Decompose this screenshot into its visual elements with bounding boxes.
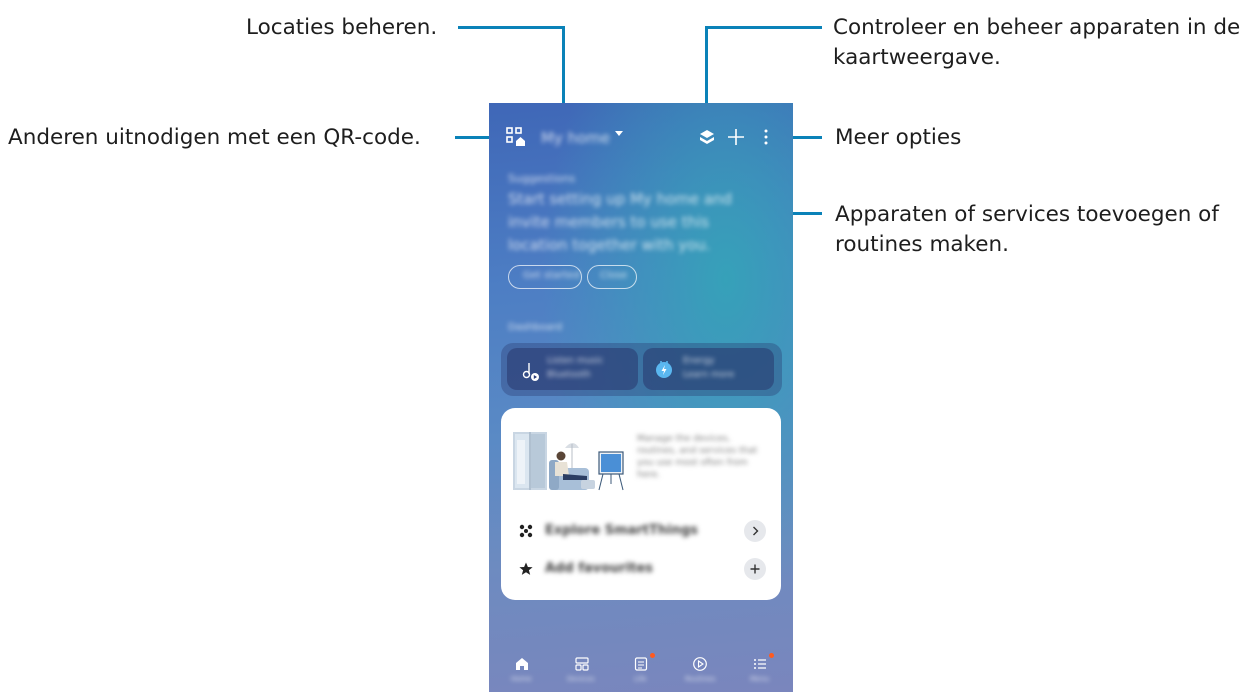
callout-map-view: Controleer en beheer apparaten in de kaa… [833,13,1240,73]
nav-home-label: Home [511,675,532,683]
nav-menu-icon[interactable] [752,656,768,672]
nav-menu-label: Menu [750,675,770,683]
card-text-line-3: you use most often from [637,458,748,468]
life-notification-dot [650,653,655,658]
nav-devices-icon[interactable] [574,656,590,672]
nav-life-label: Life [634,675,647,683]
get-started-label: Get started [523,270,580,281]
music-tile-line1: Listen music [547,356,604,366]
chevron-right-icon[interactable] [744,520,766,542]
location-name[interactable]: My home [541,129,610,147]
callout-invite: Anderen uitnodigen met een QR-code. [8,125,421,150]
leader-locations-h [458,26,565,29]
callout-add: Apparaten of services toevoegen of routi… [835,200,1219,260]
suggestion-line-1: Start setting up My home and [508,190,733,208]
callout-add-line1: Apparaten of services toevoegen of [835,202,1219,227]
leader-map-h [705,26,822,29]
close-chip[interactable]: Close [587,265,637,289]
music-tile[interactable]: Listen music Bluetooth [507,348,638,390]
add-icon[interactable] [726,127,746,147]
star-icon [518,561,534,577]
smartthings-card: Manage the devices, routines, and servic… [501,408,781,600]
callout-add-line2: routines maken. [835,232,1009,257]
map-view-icon[interactable] [698,128,716,146]
chevron-down-icon[interactable] [615,131,623,136]
qr-invite-icon[interactable] [505,126,527,148]
nav-routines-label: Routines [685,675,716,683]
callout-map-line1: Controleer en beheer apparaten in de [833,15,1241,40]
plus-circle-icon[interactable] [744,558,766,580]
suggestions-label: Suggestions [508,172,576,185]
nav-routines-icon[interactable] [692,656,708,672]
dashboard-label: Dashboard [508,322,563,333]
nav-home-icon[interactable] [514,656,530,672]
add-favourites-row[interactable]: Add favourites [501,554,781,584]
callout-map-line2: kaartweergave. [833,45,1001,70]
card-text-line-4: here. [637,470,661,480]
suggestion-line-3: location together with you. [508,236,711,254]
callout-more-options: Meer opties [835,125,962,150]
music-tile-line2: Bluetooth [547,370,591,380]
callout-locations: Locaties beheren. [246,15,438,40]
card-text-line-1: Manage the devices, [637,434,731,444]
music-note-icon [520,360,542,382]
energy-tile[interactable]: Energy Learn more [643,348,774,390]
smartthings-logo-icon [518,523,534,539]
living-room-illustration [513,426,628,498]
energy-tile-line2: Learn more [683,370,735,380]
leader-invite [455,136,491,139]
close-label: Close [600,270,628,281]
explore-smartthings-row[interactable]: Explore SmartThings [501,516,781,546]
nav-devices-label: Devices [567,675,595,683]
suggestion-line-2: invite members to use this [508,213,710,231]
menu-notification-dot [769,653,774,658]
more-options-icon[interactable] [762,128,770,146]
energy-tile-line1: Energy [683,356,715,366]
add-favourites-label: Add favourites [545,561,653,576]
energy-plug-icon [654,359,674,379]
nav-life-icon[interactable] [633,656,649,672]
card-text-line-2: routines, and services that [637,446,758,456]
get-started-chip[interactable]: Get started [508,265,582,289]
explore-smartthings-label: Explore SmartThings [545,523,698,538]
